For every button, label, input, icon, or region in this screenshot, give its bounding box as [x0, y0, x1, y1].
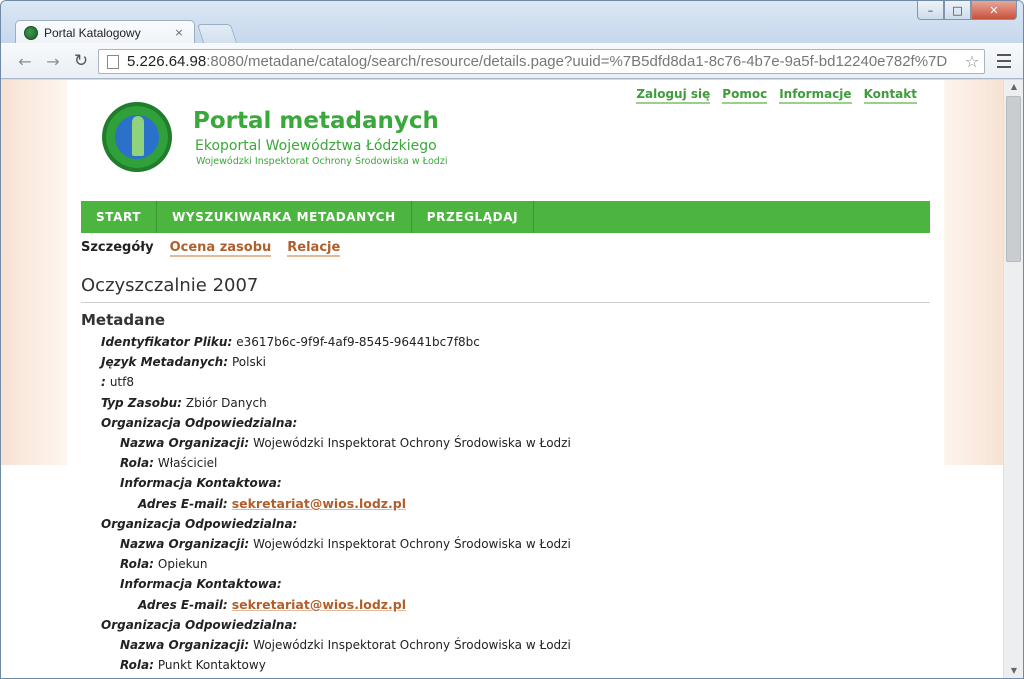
nav-browse[interactable]: PRZEGLĄDAJ	[412, 201, 535, 233]
close-window-button[interactable]: ✕	[971, 1, 1017, 20]
metadata-field-row: : utf8	[81, 372, 930, 392]
field-label: Typ Zasobu:	[101, 395, 182, 410]
field-label: Adres E-mail:	[138, 597, 228, 612]
url-text[interactable]: 5.226.64.98:8080/metadane/catalog/search…	[127, 53, 962, 70]
address-bar[interactable]: 5.226.64.98:8080/metadane/catalog/search…	[98, 49, 985, 74]
metadata-field-row: Rola: Właściciel	[81, 453, 930, 473]
metadata-field-row: Nazwa Organizacji: Wojewódzki Inspektorat…	[81, 534, 930, 554]
metadata-field-row: Nazwa Organizacji: Wojewódzki Inspektorat…	[81, 433, 930, 453]
record-title: Oczyszczalnie 2007	[81, 275, 259, 296]
nav-metadata-search[interactable]: WYSZUKIWARKA METADANYCH	[157, 201, 412, 233]
title-bar: Portal Katalogowy × – □ ✕	[1, 1, 1023, 44]
page-viewport: Zaloguj się Pomoc Informacje Kontakt Por…	[1, 80, 1003, 678]
metadata-field-row: Typ Zasobu: Zbiór Danych	[81, 393, 930, 413]
field-label: Organizacja Odpowiedzialna:	[101, 617, 298, 632]
field-label: Język Metadanych:	[101, 355, 228, 370]
metadata-fields: Identyfikator Pliku: e3617b6c-9f9f-4af9-8…	[81, 332, 930, 675]
field-label: :	[101, 375, 106, 390]
field-value: Zbiór Danych	[185, 395, 267, 410]
subtab-resource-rating[interactable]: Ocena zasobu	[169, 240, 272, 257]
maximize-button[interactable]: □	[944, 1, 971, 20]
field-value: e3617b6c-9f9f-4af9-8545-96441bc7f8bc	[236, 335, 480, 350]
metadata-field-row: Informacja Kontaktowa:	[81, 574, 930, 594]
browser-window: Portal Katalogowy × – □ ✕ ← → ↻ 5.226.64…	[0, 0, 1024, 679]
login-link[interactable]: Zaloguj się	[636, 87, 711, 104]
field-label: Nazwa Organizacji:	[120, 436, 250, 451]
metadata-field-row: Informacja Kontaktowa:	[81, 473, 930, 493]
site-subtitle: Ekoportal Województwa Łódzkiego	[195, 138, 437, 154]
field-label: Rola:	[120, 456, 154, 471]
field-label: Organizacja Odpowiedzialna:	[101, 415, 298, 430]
field-label: Nazwa Organizacji:	[120, 536, 250, 551]
subtab-relations[interactable]: Relacje	[287, 240, 341, 257]
main-nav: START WYSZUKIWARKA METADANYCH PRZEGLĄDAJ	[81, 201, 930, 233]
metadata-field-row: Język Metadanych: Polski	[81, 352, 930, 372]
scrollbar-thumb[interactable]	[1006, 96, 1021, 262]
help-link[interactable]: Pomoc	[722, 87, 768, 104]
back-button[interactable]: ←	[15, 51, 35, 71]
vertical-scrollbar[interactable]: ▲ ▼	[1003, 80, 1023, 678]
url-path: :8080/metadane/catalog/search/resource/d…	[206, 53, 948, 70]
field-label: Identyfikator Pliku:	[101, 335, 233, 350]
browser-toolbar: ← → ↻ 5.226.64.98:8080/metadane/catalog/…	[1, 43, 1023, 79]
forward-button[interactable]: →	[43, 51, 63, 71]
metadata-field-row: Nazwa Organizacji: Wojewódzki Inspektorat…	[81, 635, 930, 655]
contact-link[interactable]: Kontakt	[863, 87, 917, 104]
field-value: Polski	[232, 355, 267, 370]
page-content: Zaloguj się Pomoc Informacje Kontakt Por…	[67, 80, 944, 678]
field-label: Rola:	[120, 658, 154, 673]
email-link[interactable]: sekretariat@wios.lodz.pl	[232, 597, 406, 612]
metadata-field-row: Organizacja Odpowiedzialna:	[81, 413, 930, 433]
field-label: Informacja Kontaktowa:	[120, 476, 282, 491]
site-institution: Wojewódzki Inspektorat Ochrony Środowisk…	[196, 156, 448, 167]
top-links: Zaloguj się Pomoc Informacje Kontakt	[636, 87, 917, 104]
field-value: Wojewódzki Inspektorat Ochrony Środowisk…	[253, 536, 571, 551]
tab-title: Portal Katalogowy	[44, 25, 141, 40]
metadata-field-row: Rola: Opiekun	[81, 554, 930, 574]
detail-subtabs: Szczegóły Ocena zasobu Relacje	[81, 240, 341, 257]
minimize-button[interactable]: –	[917, 1, 944, 20]
field-label: Organizacja Odpowiedzialna:	[101, 516, 298, 531]
scroll-down-icon[interactable]: ▼	[1004, 664, 1023, 678]
site-favicon-icon	[24, 25, 38, 40]
nav-start[interactable]: START	[81, 201, 158, 233]
title-divider	[81, 302, 930, 303]
metadata-section-heading: Metadane	[81, 311, 166, 329]
metadata-field-row: Identyfikator Pliku: e3617b6c-9f9f-4af9-8…	[81, 332, 930, 352]
email-link[interactable]: sekretariat@wios.lodz.pl	[232, 496, 406, 511]
reload-button[interactable]: ↻	[71, 51, 91, 71]
info-link[interactable]: Informacje	[779, 87, 852, 104]
scroll-up-icon[interactable]: ▲	[1004, 80, 1023, 94]
metadata-field-row: Organizacja Odpowiedzialna:	[81, 514, 930, 534]
subtab-details[interactable]: Szczegóły	[81, 240, 154, 257]
field-label: Rola:	[120, 557, 154, 572]
metadata-field-row: Rola: Punkt Kontaktowy	[81, 655, 930, 675]
field-value: Wojewódzki Inspektorat Ochrony Środowisk…	[253, 436, 571, 451]
field-value: Wojewódzki Inspektorat Ochrony Środowisk…	[253, 637, 571, 652]
bookmark-star-icon[interactable]: ☆	[962, 52, 982, 71]
field-value: Właściciel	[157, 456, 218, 471]
window-controls: – □ ✕	[917, 1, 1017, 20]
page-icon	[107, 54, 119, 69]
field-label: Adres E-mail:	[138, 496, 228, 511]
tab-close-icon[interactable]: ×	[172, 26, 186, 39]
browser-menu-icon[interactable]	[997, 54, 1011, 68]
metadata-field-row: Organizacja Odpowiedzialna:	[81, 615, 930, 635]
field-label: Informacja Kontaktowa:	[120, 577, 282, 592]
metadata-field-row: Adres E-mail: sekretariat@wios.lodz.pl	[81, 594, 930, 614]
field-value: Punkt Kontaktowy	[157, 658, 266, 673]
field-label: Nazwa Organizacji:	[120, 637, 250, 652]
url-host: 5.226.64.98	[127, 53, 207, 70]
wios-logo-icon[interactable]	[102, 102, 172, 172]
new-tab-button[interactable]	[196, 24, 238, 43]
browser-tab[interactable]: Portal Katalogowy ×	[15, 20, 195, 44]
metadata-field-row: Adres E-mail: sekretariat@wios.lodz.pl	[81, 494, 930, 514]
field-value: Opiekun	[157, 557, 208, 572]
site-title: Portal metadanych	[193, 108, 439, 134]
field-value: utf8	[109, 375, 134, 390]
